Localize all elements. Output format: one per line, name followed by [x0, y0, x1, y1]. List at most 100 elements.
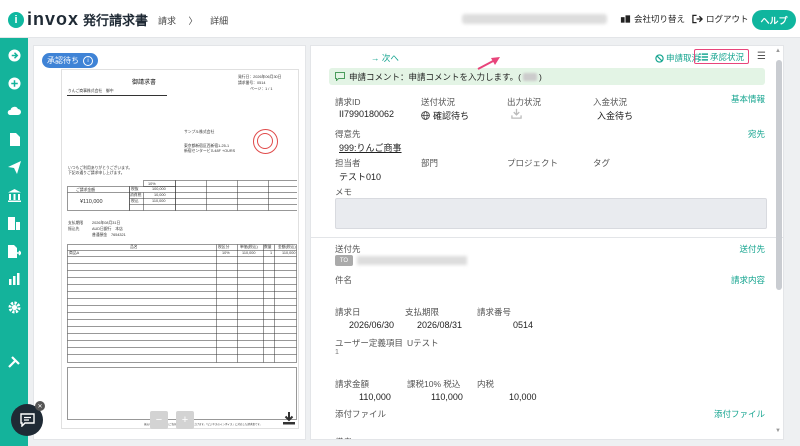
help-button[interactable]: ヘルプ	[752, 10, 796, 30]
basic-info-link[interactable]: 基本情報	[731, 93, 765, 105]
invoice-id-label: 請求ID	[335, 97, 361, 107]
customer-link[interactable]: 999:りんご商事	[339, 141, 402, 154]
document-export-icon[interactable]	[7, 244, 21, 258]
tax10-label: 課税10% 税込	[407, 379, 461, 389]
attachments-link[interactable]: 添付ファイル	[714, 408, 765, 420]
download-icon[interactable]	[282, 411, 296, 428]
invoice-pdf-page: 発行日：2026年06月30日 請求番号：0514 ページ：1 / 1 御請求書…	[61, 69, 299, 429]
remarks-label: 備考	[335, 436, 352, 439]
issue-date-label: 請求日	[335, 307, 361, 317]
memo-textarea[interactable]	[335, 198, 767, 229]
output-icon	[511, 108, 522, 121]
approval-status-button[interactable]: 承認状況	[694, 49, 749, 64]
pdf-due-label: 支払期限	[68, 221, 84, 225]
company-name-redacted	[462, 14, 607, 24]
scroll-up-icon[interactable]: ▲	[775, 48, 781, 54]
pdf-col-unit: 単価(税込)	[240, 245, 258, 249]
amount-label: 請求金額	[335, 379, 370, 389]
pdf-sub-label: 税抜	[131, 187, 139, 191]
due-date-label: 支払期限	[405, 307, 440, 317]
logout-label: ログアウト	[706, 14, 749, 24]
scrollbar-thumb[interactable]	[776, 60, 782, 290]
pdf-row-unit: 110,000	[242, 251, 256, 255]
company-seal	[253, 129, 278, 154]
upload-cloud-icon[interactable]	[7, 104, 21, 118]
pdf-row-name: 商品A	[69, 251, 80, 255]
settings-icon[interactable]	[7, 300, 21, 314]
tag-label: タグ	[593, 158, 611, 168]
chat-icon	[19, 413, 35, 427]
pdf-col-amt: 金額(税込)	[278, 245, 296, 249]
amount: 110,000	[359, 392, 391, 402]
menu-icon[interactable]: ☰	[757, 51, 766, 62]
send-icon[interactable]	[7, 160, 21, 174]
pdf-bank-label: 振込先	[68, 227, 80, 231]
pointer-arrow-annotation	[477, 57, 500, 70]
product-name: 発行請求書	[83, 13, 149, 28]
pdf-col-rate: 税区分	[218, 245, 230, 249]
invoice-no: 0514	[513, 320, 534, 330]
logout-icon	[692, 14, 703, 24]
sidebar	[0, 38, 28, 446]
info-icon[interactable]: i	[83, 55, 93, 66]
close-chat-icon[interactable]: ✕	[35, 401, 45, 411]
status-badge: 承認待ち i	[42, 53, 98, 68]
switch-company-button[interactable]: 会社切り替え	[620, 13, 685, 25]
pdf-row-amt: 110,000	[282, 251, 296, 255]
comment-label: 申請コメント：	[349, 71, 409, 82]
commenter-redacted	[523, 72, 537, 81]
comment-icon	[335, 72, 345, 81]
customer-label: 得意先	[335, 129, 361, 139]
scroll-down-icon[interactable]: ▼	[775, 428, 781, 434]
company-switch-icon	[620, 15, 631, 23]
next-button[interactable]: → 次へ	[371, 52, 399, 64]
destination-link[interactable]: 宛先	[748, 128, 765, 140]
document-preview-panel: 承認待ち i 発行日：2026年06月30日 請求番号：0514 ページ：1 /…	[33, 45, 306, 440]
pdf-rate: 10%	[148, 182, 156, 186]
pdf-amount: ¥110,000	[80, 199, 103, 205]
globe-icon	[421, 111, 430, 120]
subject-label: 件名	[335, 275, 353, 285]
send-to-label: 送付先	[335, 244, 361, 254]
zoom-in-button[interactable]: +	[176, 411, 194, 429]
document-icon[interactable]	[7, 132, 21, 146]
pdf-number: 請求番号：0514	[238, 81, 266, 85]
inner-tax-label: 内税	[477, 379, 495, 389]
bank-icon[interactable]	[7, 188, 21, 202]
pdf-items-table	[67, 244, 297, 420]
logo-mark: i	[8, 11, 24, 28]
send-status: 確認待ち	[433, 111, 470, 121]
chart-icon[interactable]	[7, 272, 21, 286]
attachments-label: 添付ファイル	[335, 409, 387, 419]
pdf-date: 発行日：2026年06月30日	[238, 75, 282, 79]
building-icon[interactable]	[7, 216, 21, 230]
breadcrumb: 請求 〉 詳細	[158, 14, 238, 27]
invoice-id: II7990180062	[339, 109, 395, 119]
custom-field-value: Uテスト	[407, 338, 439, 348]
comment-text: 申請コメントを入力します。(	[408, 71, 521, 82]
logout-button[interactable]: ログアウト	[692, 13, 749, 25]
application-comment: 申請コメント： 申請コメントを入力します。( )	[329, 68, 765, 85]
arrow-right-icon[interactable]	[7, 48, 21, 62]
pdf-total: 110,000	[152, 199, 166, 203]
switch-company-label: 会社切り替え	[634, 14, 686, 24]
send-status-link[interactable]: 確認待ち	[421, 109, 469, 122]
issue-date: 2026/06/30	[349, 320, 395, 330]
breadcrumb-detail: 詳細	[210, 16, 229, 26]
pdf-row-qty: 1	[270, 251, 273, 255]
tools-icon[interactable]	[7, 354, 21, 368]
send-status-label: 送付状況	[421, 97, 456, 107]
pdf-sub: 100,000	[152, 187, 166, 191]
to-badge: TO	[335, 255, 353, 266]
plus-circle-icon[interactable]	[7, 76, 21, 90]
custom-field-label: ユーザー定義項目	[335, 338, 403, 348]
owner-label: 担当者	[335, 158, 361, 168]
zoom-out-button[interactable]: −	[150, 411, 168, 429]
invoice-content-link[interactable]: 請求内容	[731, 274, 765, 286]
breadcrumb-invoices[interactable]: 請求	[158, 16, 176, 26]
pdf-tax-label: 消費税	[130, 193, 142, 197]
invox-logo[interactable]: i invox 発行請求書	[8, 9, 148, 30]
payment-status: 入金待ち	[597, 111, 634, 121]
pdf-addr2: 新宿センタービル48F +OURS	[184, 149, 236, 153]
send-to-link[interactable]: 送付先	[739, 243, 765, 255]
